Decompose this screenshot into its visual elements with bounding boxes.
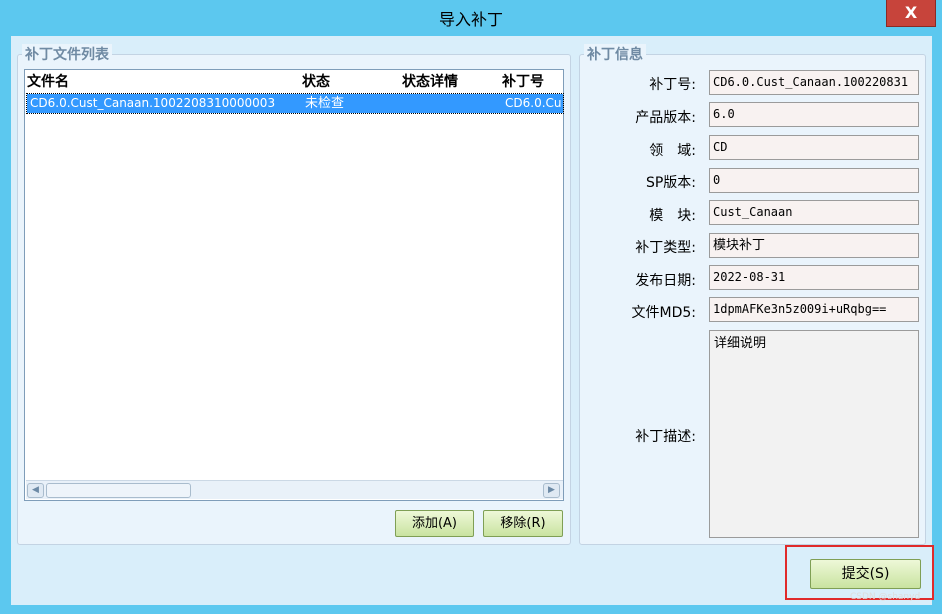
remove-button[interactable]: 移除(R) — [483, 510, 563, 537]
scrollbar-thumb[interactable] — [46, 483, 191, 498]
close-button[interactable]: X — [886, 0, 936, 27]
row-patch-no: CD6.0.Cu — [505, 96, 562, 110]
column-header-patch-no[interactable]: 补丁号 — [502, 71, 544, 91]
scroll-left-icon[interactable]: ◀ — [27, 483, 44, 498]
column-header-filename[interactable]: 文件名 — [27, 71, 69, 91]
row-status: 未检查 — [305, 96, 345, 111]
watermark: CSDN @shanyd — [850, 592, 921, 602]
patch-info-group-title: 补丁信息 — [584, 44, 646, 64]
window-border-bottom — [0, 605, 942, 614]
module-field[interactable]: Cust_Canaan — [709, 200, 919, 225]
product-version-field[interactable]: 6.0 — [709, 102, 919, 127]
product-version-label: 产品版本: — [635, 110, 696, 126]
window-border-right — [932, 36, 942, 614]
patch-description-field[interactable]: 详细说明 — [709, 330, 919, 538]
patch-no-field[interactable]: CD6.0.Cust_Canaan.100220831 — [709, 70, 919, 95]
patch-type-label: 补丁类型: — [635, 240, 696, 256]
file-md5-label: 文件MD5: — [631, 305, 696, 321]
row-filename: CD6.0.Cust_Canaan.1002208310000003 — [30, 96, 276, 110]
column-header-status[interactable]: 状态 — [302, 71, 330, 91]
patch-description-label: 补丁描述: — [635, 429, 696, 445]
patch-file-list[interactable]: 文件名 状态 状态详情 补丁号 CD6.0.Cust_Canaan.100220… — [24, 69, 564, 501]
file-md5-field[interactable]: 1dpmAFKe3n5z009i+uRqbg== — [709, 297, 919, 322]
release-date-label: 发布日期: — [635, 273, 696, 289]
patch-type-field[interactable]: 模块补丁 — [709, 233, 919, 258]
domain-field[interactable]: CD — [709, 135, 919, 160]
patch-no-label: 补丁号: — [649, 77, 696, 93]
add-button[interactable]: 添加(A) — [395, 510, 474, 537]
window-border-left — [0, 36, 11, 614]
patch-list-group-title: 补丁文件列表 — [22, 44, 112, 64]
column-header-status-detail[interactable]: 状态详情 — [402, 71, 458, 91]
horizontal-scrollbar[interactable]: ◀ ▶ — [26, 480, 563, 499]
module-label: 模 块: — [649, 208, 696, 224]
domain-label: 领 域: — [649, 143, 696, 159]
sp-version-label: SP版本: — [645, 175, 696, 191]
release-date-field[interactable]: 2022-08-31 — [709, 265, 919, 290]
window-title: 导入补丁 — [438, 10, 503, 29]
sp-version-field[interactable]: 0 — [709, 168, 919, 193]
scroll-right-icon[interactable]: ▶ — [543, 483, 560, 498]
table-row[interactable]: CD6.0.Cust_Canaan.1002208310000003 未检查 C… — [26, 93, 564, 114]
